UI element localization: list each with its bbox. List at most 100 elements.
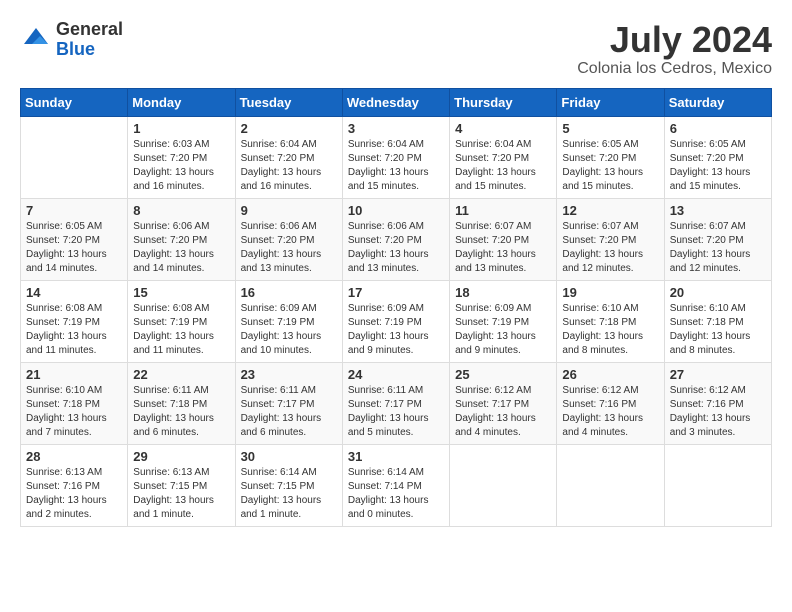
day-info: Sunrise: 6:12 AM Sunset: 7:16 PM Dayligh… [562, 384, 658, 440]
day-number: 4 [455, 121, 551, 136]
month-title: July 2024 [577, 20, 772, 60]
day-info: Sunrise: 6:11 AM Sunset: 7:17 PM Dayligh… [348, 384, 444, 440]
day-number: 31 [348, 449, 444, 464]
day-info: Sunrise: 6:09 AM Sunset: 7:19 PM Dayligh… [348, 302, 444, 358]
calendar-header-wednesday: Wednesday [342, 88, 449, 116]
calendar-day-cell: 21 Sunrise: 6:10 AM Sunset: 7:18 PM Dayli… [21, 362, 128, 444]
calendar-day-cell: 19 Sunrise: 6:10 AM Sunset: 7:18 PM Dayli… [557, 280, 664, 362]
day-info: Sunrise: 6:13 AM Sunset: 7:16 PM Dayligh… [26, 466, 122, 522]
day-info: Sunrise: 6:07 AM Sunset: 7:20 PM Dayligh… [562, 220, 658, 276]
day-number: 15 [133, 285, 229, 300]
day-info: Sunrise: 6:10 AM Sunset: 7:18 PM Dayligh… [26, 384, 122, 440]
day-number: 19 [562, 285, 658, 300]
day-info: Sunrise: 6:14 AM Sunset: 7:14 PM Dayligh… [348, 466, 444, 522]
day-info: Sunrise: 6:12 AM Sunset: 7:16 PM Dayligh… [670, 384, 766, 440]
calendar-header-sunday: Sunday [21, 88, 128, 116]
calendar-day-cell: 13 Sunrise: 6:07 AM Sunset: 7:20 PM Dayli… [664, 198, 771, 280]
calendar-day-cell: 3Sunrise: 6:04 AM Sunset: 7:20 PM Daylig… [342, 116, 449, 198]
day-number: 22 [133, 367, 229, 382]
day-number: 7 [26, 203, 122, 218]
day-info: Sunrise: 6:10 AM Sunset: 7:18 PM Dayligh… [562, 302, 658, 358]
calendar-header-saturday: Saturday [664, 88, 771, 116]
calendar-day-cell: 2Sunrise: 6:04 AM Sunset: 7:20 PM Daylig… [235, 116, 342, 198]
day-number: 9 [241, 203, 337, 218]
day-info: Sunrise: 6:08 AM Sunset: 7:19 PM Dayligh… [26, 302, 122, 358]
day-info: Sunrise: 6:06 AM Sunset: 7:20 PM Dayligh… [133, 220, 229, 276]
calendar-header-row: SundayMondayTuesdayWednesdayThursdayFrid… [21, 88, 772, 116]
calendar-day-cell: 8 Sunrise: 6:06 AM Sunset: 7:20 PM Daylig… [128, 198, 235, 280]
day-info: Sunrise: 6:13 AM Sunset: 7:15 PM Dayligh… [133, 466, 229, 522]
calendar-week-row: 21 Sunrise: 6:10 AM Sunset: 7:18 PM Dayli… [21, 362, 772, 444]
day-number: 28 [26, 449, 122, 464]
day-info: Sunrise: 6:08 AM Sunset: 7:19 PM Dayligh… [133, 302, 229, 358]
page-header: General Blue July 2024 Colonia los Cedro… [20, 20, 772, 78]
calendar-week-row: 28 Sunrise: 6:13 AM Sunset: 7:16 PM Dayli… [21, 444, 772, 526]
calendar-day-cell: 6 Sunrise: 6:05 AM Sunset: 7:20 PM Daylig… [664, 116, 771, 198]
day-number: 6 [670, 121, 766, 136]
day-info: Sunrise: 6:07 AM Sunset: 7:20 PM Dayligh… [670, 220, 766, 276]
day-number: 16 [241, 285, 337, 300]
calendar-day-cell: 10 Sunrise: 6:06 AM Sunset: 7:20 PM Dayli… [342, 198, 449, 280]
day-number: 11 [455, 203, 551, 218]
day-info: Sunrise: 6:12 AM Sunset: 7:17 PM Dayligh… [455, 384, 551, 440]
calendar-day-cell: 12 Sunrise: 6:07 AM Sunset: 7:20 PM Dayli… [557, 198, 664, 280]
day-info: Sunrise: 6:07 AM Sunset: 7:20 PM Dayligh… [455, 220, 551, 276]
day-number: 13 [670, 203, 766, 218]
calendar-table: SundayMondayTuesdayWednesdayThursdayFrid… [20, 88, 772, 527]
calendar-header-monday: Monday [128, 88, 235, 116]
calendar-day-cell [557, 444, 664, 526]
logo: General Blue [20, 20, 123, 60]
day-info: Sunrise: 6:05 AM Sunset: 7:20 PM Dayligh… [562, 138, 658, 194]
calendar-day-cell [450, 444, 557, 526]
day-info: Sunrise: 6:09 AM Sunset: 7:19 PM Dayligh… [455, 302, 551, 358]
day-number: 29 [133, 449, 229, 464]
day-info: Sunrise: 6:05 AM Sunset: 7:20 PM Dayligh… [26, 220, 122, 276]
day-number: 1 [133, 121, 229, 136]
day-info: Sunrise: 6:04 AM Sunset: 7:20 PM Dayligh… [455, 138, 551, 194]
calendar-week-row: 14 Sunrise: 6:08 AM Sunset: 7:19 PM Dayli… [21, 280, 772, 362]
day-info: Sunrise: 6:14 AM Sunset: 7:15 PM Dayligh… [241, 466, 337, 522]
calendar-day-cell: 15 Sunrise: 6:08 AM Sunset: 7:19 PM Dayli… [128, 280, 235, 362]
calendar-day-cell: 31 Sunrise: 6:14 AM Sunset: 7:14 PM Dayli… [342, 444, 449, 526]
calendar-day-cell: 5 Sunrise: 6:05 AM Sunset: 7:20 PM Daylig… [557, 116, 664, 198]
calendar-day-cell: 26Sunrise: 6:12 AM Sunset: 7:16 PM Dayli… [557, 362, 664, 444]
day-number: 20 [670, 285, 766, 300]
day-number: 25 [455, 367, 551, 382]
title-block: July 2024 Colonia los Cedros, Mexico [577, 20, 772, 78]
calendar-day-cell: 25 Sunrise: 6:12 AM Sunset: 7:17 PM Dayli… [450, 362, 557, 444]
calendar-day-cell [664, 444, 771, 526]
day-number: 21 [26, 367, 122, 382]
calendar-day-cell: 7 Sunrise: 6:05 AM Sunset: 7:20 PM Daylig… [21, 198, 128, 280]
calendar-day-cell: 22 Sunrise: 6:11 AM Sunset: 7:18 PM Dayli… [128, 362, 235, 444]
day-number: 14 [26, 285, 122, 300]
day-info: Sunrise: 6:03 AM Sunset: 7:20 PM Dayligh… [133, 138, 229, 194]
calendar-day-cell [21, 116, 128, 198]
calendar-day-cell: 16Sunrise: 6:09 AM Sunset: 7:19 PM Dayli… [235, 280, 342, 362]
day-number: 10 [348, 203, 444, 218]
calendar-day-cell: 17 Sunrise: 6:09 AM Sunset: 7:19 PM Dayli… [342, 280, 449, 362]
logo-blue-text: Blue [56, 39, 95, 59]
day-info: Sunrise: 6:05 AM Sunset: 7:20 PM Dayligh… [670, 138, 766, 194]
day-info: Sunrise: 6:11 AM Sunset: 7:18 PM Dayligh… [133, 384, 229, 440]
day-number: 8 [133, 203, 229, 218]
calendar-day-cell: 24Sunrise: 6:11 AM Sunset: 7:17 PM Dayli… [342, 362, 449, 444]
day-number: 12 [562, 203, 658, 218]
calendar-day-cell: 4 Sunrise: 6:04 AM Sunset: 7:20 PM Daylig… [450, 116, 557, 198]
day-info: Sunrise: 6:04 AM Sunset: 7:20 PM Dayligh… [241, 138, 337, 194]
location-subtitle: Colonia los Cedros, Mexico [577, 60, 772, 78]
day-number: 27 [670, 367, 766, 382]
calendar-day-cell: 20 Sunrise: 6:10 AM Sunset: 7:18 PM Dayli… [664, 280, 771, 362]
calendar-day-cell: 29 Sunrise: 6:13 AM Sunset: 7:15 PM Dayli… [128, 444, 235, 526]
calendar-day-cell: 18 Sunrise: 6:09 AM Sunset: 7:19 PM Dayli… [450, 280, 557, 362]
day-info: Sunrise: 6:11 AM Sunset: 7:17 PM Dayligh… [241, 384, 337, 440]
calendar-week-row: 1 Sunrise: 6:03 AM Sunset: 7:20 PM Daylig… [21, 116, 772, 198]
day-info: Sunrise: 6:10 AM Sunset: 7:18 PM Dayligh… [670, 302, 766, 358]
day-number: 17 [348, 285, 444, 300]
calendar-day-cell: 11 Sunrise: 6:07 AM Sunset: 7:20 PM Dayli… [450, 198, 557, 280]
day-number: 5 [562, 121, 658, 136]
day-number: 18 [455, 285, 551, 300]
calendar-day-cell: 27 Sunrise: 6:12 AM Sunset: 7:16 PM Dayli… [664, 362, 771, 444]
day-info: Sunrise: 6:06 AM Sunset: 7:20 PM Dayligh… [348, 220, 444, 276]
calendar-day-cell: 28 Sunrise: 6:13 AM Sunset: 7:16 PM Dayli… [21, 444, 128, 526]
day-info: Sunrise: 6:06 AM Sunset: 7:20 PM Dayligh… [241, 220, 337, 276]
